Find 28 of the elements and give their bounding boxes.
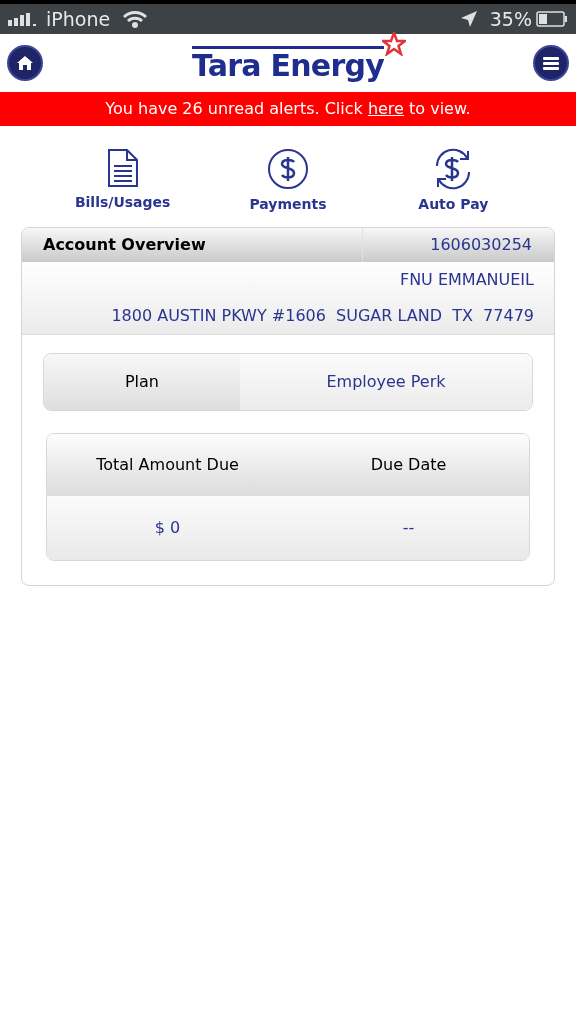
column-header: Due Date — [369, 454, 448, 476]
home-icon — [17, 56, 33, 70]
plan-value: Employee Perk — [240, 354, 532, 410]
dollar-icon — [267, 148, 309, 190]
document-icon — [106, 148, 139, 188]
star-icon — [382, 31, 407, 56]
plan-label: Plan — [44, 354, 240, 410]
column-header: Total Amount Due — [95, 454, 240, 476]
signal-icon — [8, 12, 38, 26]
account-title: Account Overview — [42, 234, 207, 256]
wifi-icon — [122, 10, 149, 28]
shortcut-button[interactable]: Bills/Usages — [62, 148, 183, 215]
home-button[interactable] — [7, 45, 43, 81]
table-cell-text: -- — [401, 517, 416, 539]
shortcut-button[interactable]: Auto Pay — [393, 148, 514, 215]
battery-percent: 35% — [489, 6, 532, 32]
battery-icon — [536, 11, 568, 27]
logo-text: Tara Energy — [191, 45, 385, 81]
table-cell-text: $ 0 — [153, 517, 182, 539]
location-arrow-icon — [459, 10, 478, 28]
menu-button[interactable] — [533, 45, 569, 81]
carrier-name: iPhone — [46, 6, 111, 32]
account-name: FNU EMMANUEIL — [399, 269, 534, 291]
shortcut-button[interactable]: Payments — [228, 148, 348, 215]
alert-message: You have 26 unread alerts. Click here to view. — [105, 98, 471, 120]
alert-link[interactable]: here — [367, 99, 404, 118]
menu-icon — [543, 56, 559, 70]
account-address: 1800 AUSTIN PKWY #1606 SUGAR LAND TX 77479 — [111, 305, 534, 327]
